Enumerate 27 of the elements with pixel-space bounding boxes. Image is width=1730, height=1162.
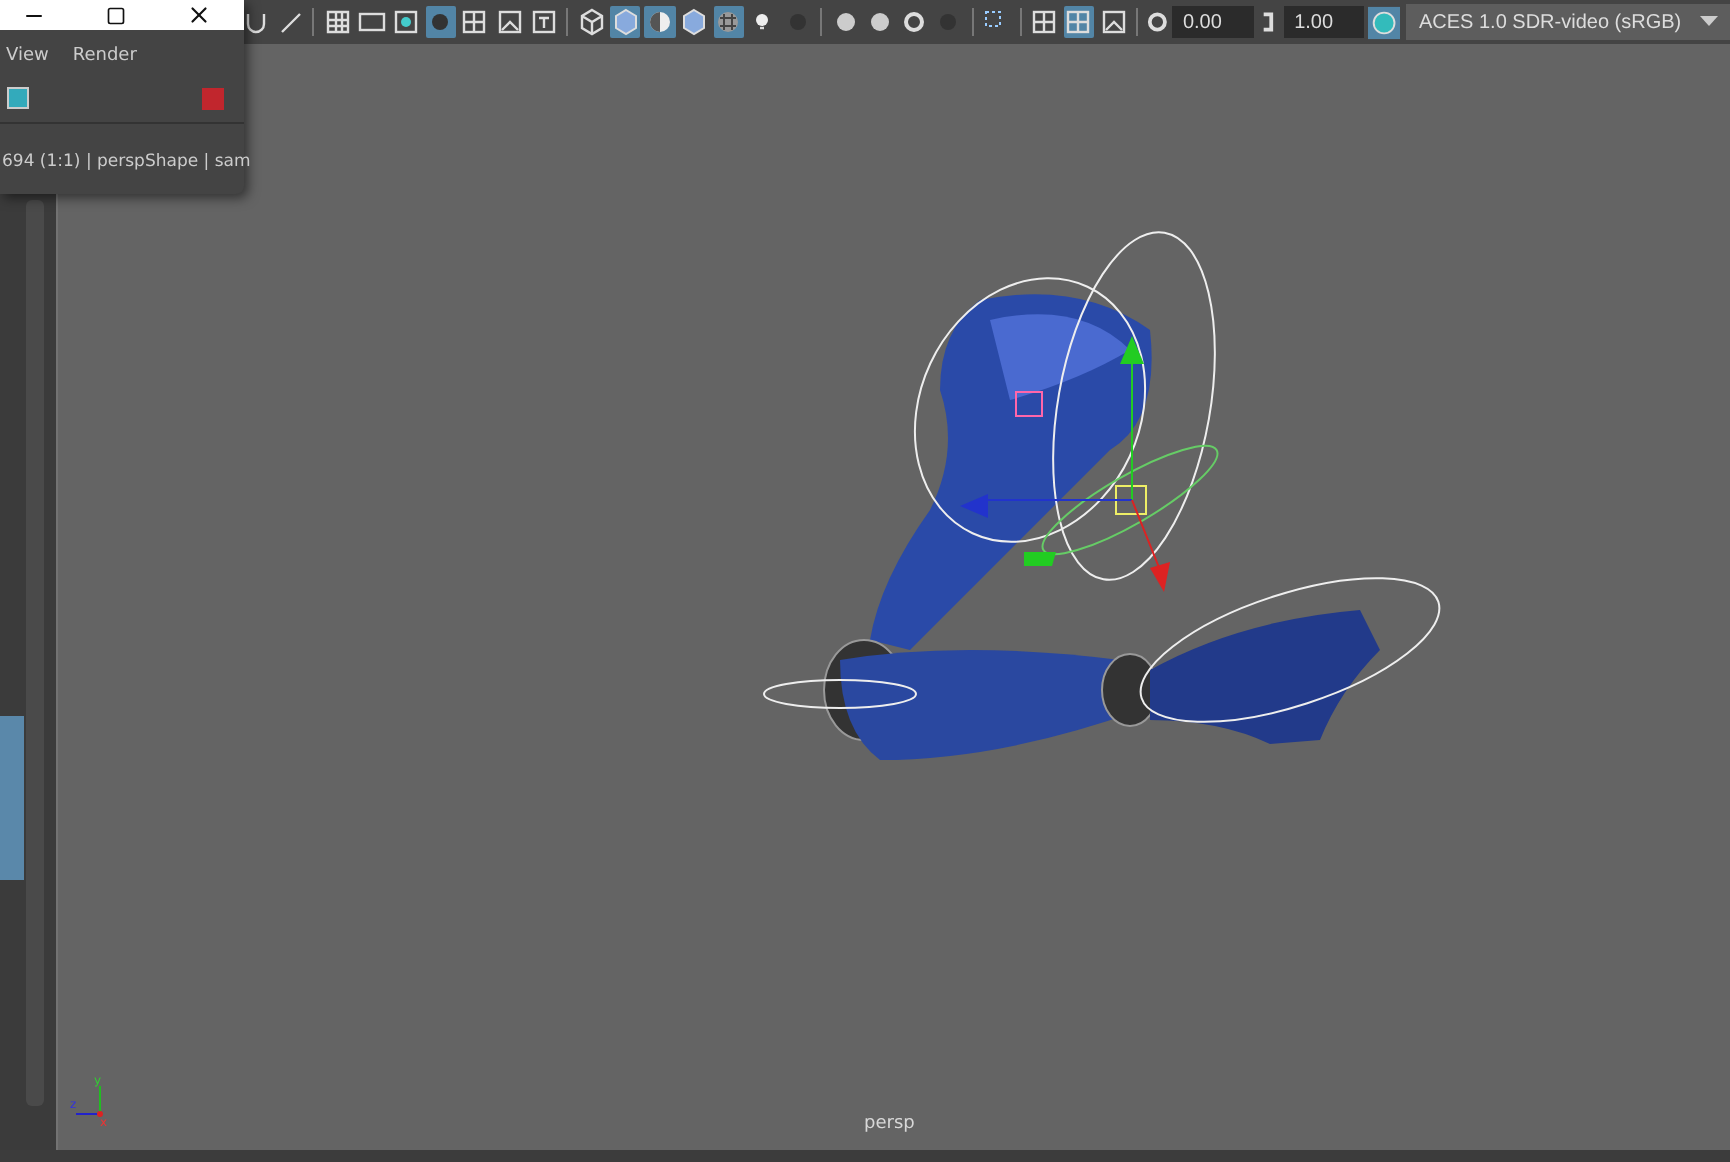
- image-icon[interactable]: [1098, 6, 1129, 38]
- image-icon[interactable]: [493, 6, 525, 38]
- text-icon[interactable]: [528, 6, 559, 38]
- color-management-icon[interactable]: [1368, 5, 1401, 39]
- shaded-sphere-icon[interactable]: [644, 6, 676, 38]
- maximize-icon[interactable]: [106, 5, 126, 25]
- frame-icon[interactable]: [459, 6, 490, 38]
- grid-icon[interactable]: [322, 6, 353, 38]
- checker-icon[interactable]: [713, 6, 744, 38]
- close-icon[interactable]: [186, 2, 212, 28]
- exposure-field[interactable]: 0.00: [1172, 6, 1254, 38]
- aperture-icon[interactable]: [1146, 10, 1169, 34]
- cube-icon[interactable]: [679, 6, 710, 38]
- wireframe-cube-icon[interactable]: [576, 6, 607, 38]
- frame-icon[interactable]: [1029, 6, 1060, 38]
- menu-item[interactable]: Render: [72, 46, 137, 74]
- camera-label: persp: [864, 1114, 915, 1134]
- ring-icon[interactable]: [898, 6, 930, 38]
- gamma-field[interactable]: 1.00: [1284, 6, 1365, 38]
- color-space-dropdown[interactable]: ACES 1.0 SDR-video (sRGB): [1406, 4, 1730, 40]
- frame-icon[interactable]: [1063, 6, 1094, 38]
- menu-item[interactable]: View: [6, 46, 49, 74]
- dropdown-caret-icon: [1700, 16, 1718, 28]
- frame-icon[interactable]: [4, 84, 32, 112]
- color-swatch[interactable]: [202, 87, 224, 109]
- cube-icon[interactable]: [610, 6, 641, 38]
- scrollbar[interactable]: [26, 200, 44, 1106]
